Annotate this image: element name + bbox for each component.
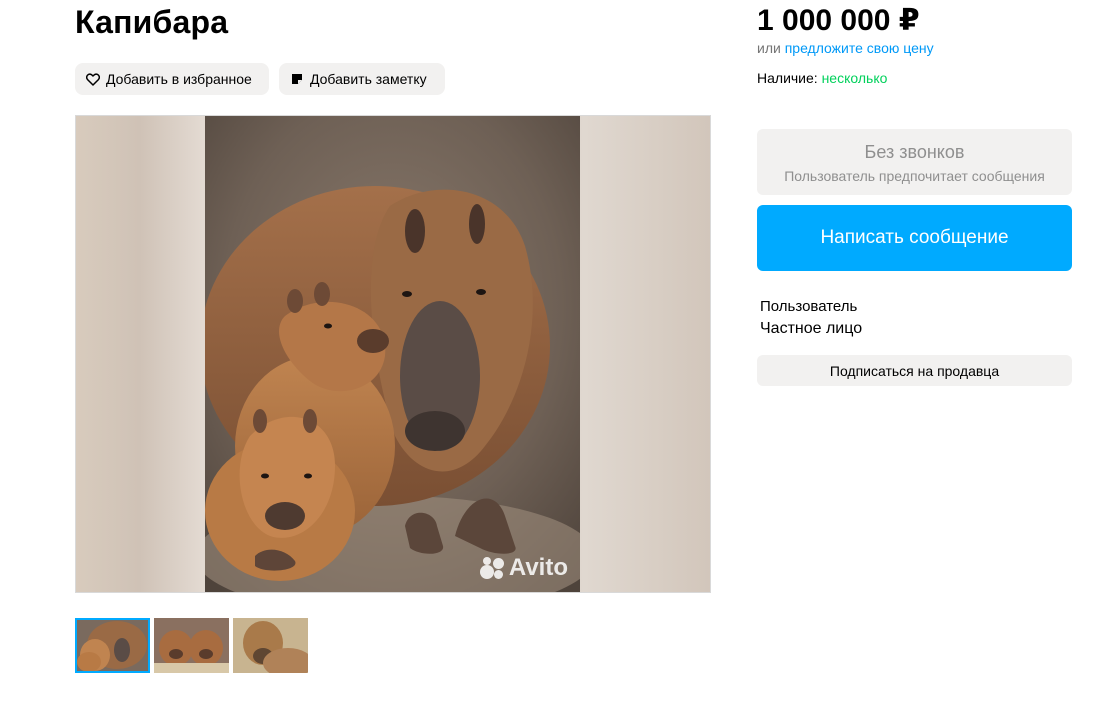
no-calls-title: Без звонков: [864, 142, 965, 162]
subscribe-seller-button[interactable]: Подписаться на продавца: [757, 355, 1072, 386]
seller-info: Пользователь Частное лицо: [760, 298, 862, 338]
price-offer-line: или предложите свою цену: [757, 40, 934, 56]
page-title: Капибара: [75, 4, 229, 40]
heart-icon: [85, 71, 101, 87]
thumb-capybara-pups[interactable]: [154, 618, 229, 673]
thumbnail-strip: [75, 618, 308, 673]
availability-label: Наличие:: [757, 70, 818, 86]
no-calls-notice: Без звонков Пользователь предпочитает со…: [757, 129, 1072, 195]
avito-watermark-text: Avito: [508, 554, 568, 581]
no-calls-subtitle: Пользователь предпочитает сообщения: [784, 168, 1045, 184]
add-note-button[interactable]: Добавить заметку: [279, 63, 445, 95]
write-message-button[interactable]: Написать сообщение: [757, 205, 1072, 271]
avito-watermark: Avito: [479, 554, 568, 582]
price: 1 000 000 ₽: [757, 4, 920, 37]
availability-value: несколько: [821, 70, 888, 86]
seller-type: Частное лицо: [760, 320, 863, 337]
offer-prefix: или: [757, 40, 781, 56]
seller-name[interactable]: Пользователь: [760, 298, 862, 315]
add-to-favorites-button[interactable]: Добавить в избранное: [75, 63, 269, 95]
note-icon: [289, 71, 305, 87]
add-note-label: Добавить заметку: [310, 71, 427, 87]
add-to-favorites-label: Добавить в избранное: [106, 71, 252, 87]
availability: Наличие: несколько: [757, 70, 887, 86]
photo-gallery[interactable]: Avito: [75, 115, 711, 593]
avito-logo-icon: [479, 556, 506, 580]
offer-price-link[interactable]: предложите свою цену: [785, 40, 934, 56]
main-photo[interactable]: Avito: [205, 116, 580, 592]
thumb-capybara-family[interactable]: [75, 618, 150, 673]
thumb-capybara-portrait[interactable]: [233, 618, 308, 673]
